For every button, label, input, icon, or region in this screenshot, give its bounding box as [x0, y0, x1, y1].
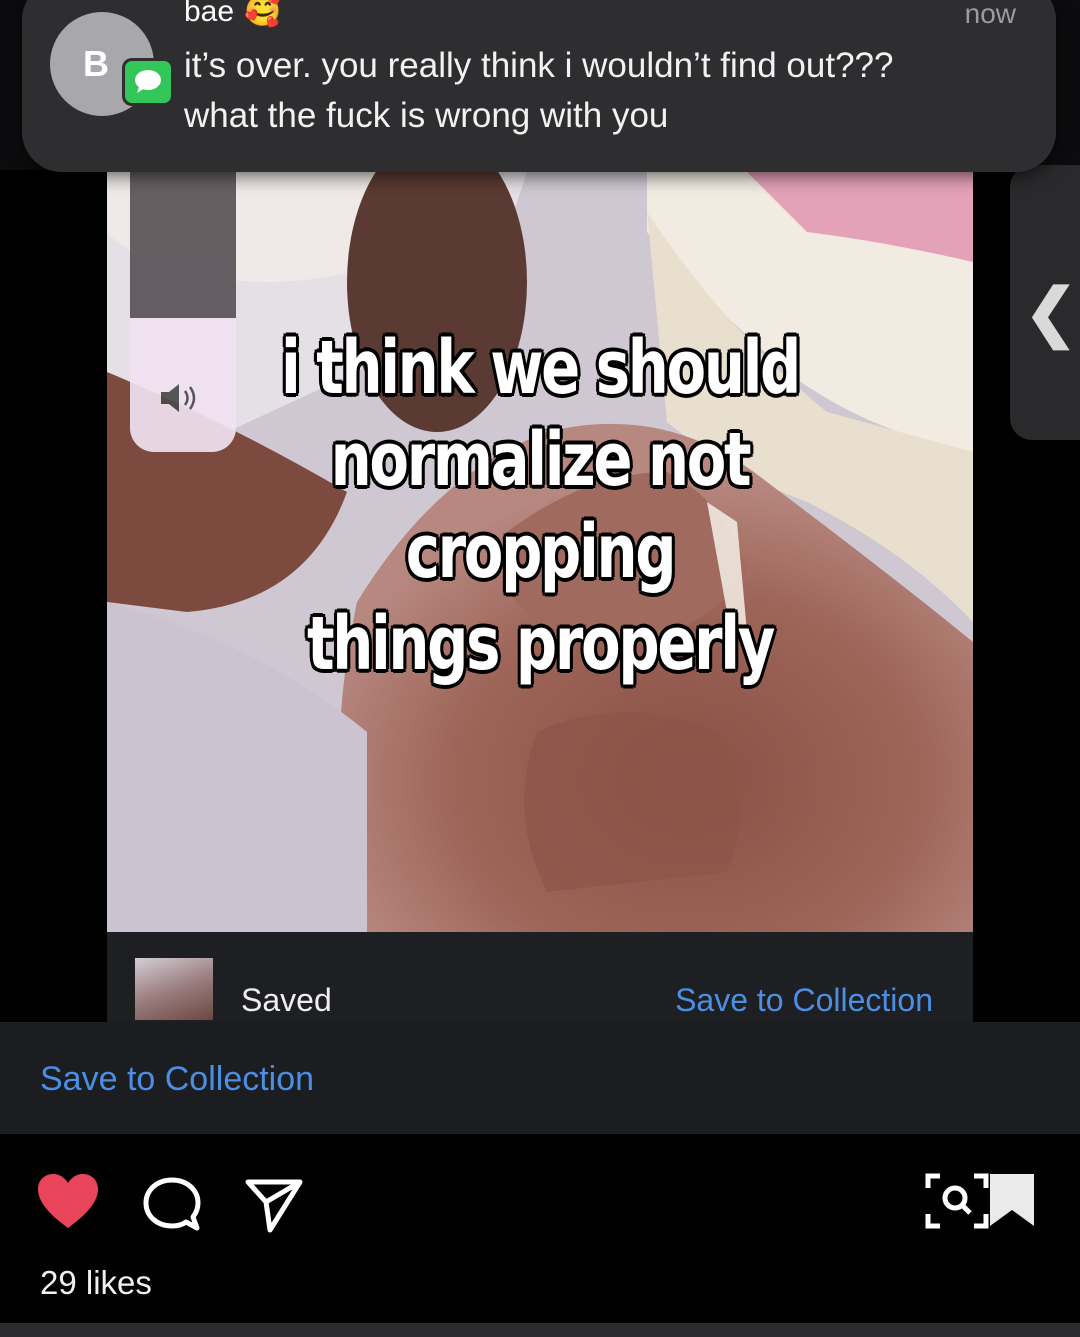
send-icon[interactable] — [244, 1176, 304, 1239]
bookmark-icon[interactable] — [988, 1172, 1036, 1233]
saved-label: Saved — [241, 982, 332, 1018]
meme-line-3: things properly — [306, 601, 775, 687]
notification-time: now — [964, 0, 1016, 29]
chevron-left-icon: ❮ — [1024, 276, 1078, 348]
meme-line-1: i think we should — [280, 325, 801, 411]
collection-bar: Save to Collection — [0, 1022, 1080, 1134]
save-to-collection-button[interactable]: Save to Collection — [40, 1060, 314, 1099]
edge-panel-handle[interactable]: ❮ — [1010, 165, 1080, 440]
likes-count[interactable]: 29 likes — [40, 1264, 152, 1302]
smiling-face-hearts-icon: 🥰 — [244, 0, 282, 28]
post-image[interactable]: i think we should normalize not cropping… — [107, 172, 973, 932]
volume-slider[interactable] — [130, 172, 236, 452]
save-to-collection-link[interactable]: Save to Collection — [675, 982, 933, 1019]
messages-app-icon — [122, 58, 174, 106]
post-actions: 29 likes — [0, 1134, 1080, 1337]
avatar-initial: B — [83, 43, 109, 84]
screen: i think we should normalize not cropping… — [0, 0, 1080, 1337]
speaker-icon — [130, 380, 236, 424]
sender-name: bae 🥰 — [184, 0, 281, 29]
heart-icon[interactable] — [36, 1172, 100, 1235]
message-notification[interactable]: B bae 🥰 now it’s over. you really think … — [22, 0, 1056, 172]
saved-toast: Saved Save to Collection — [107, 932, 973, 1022]
saved-thumbnail — [135, 958, 213, 1020]
message-line-1: it’s over. you really think i wouldn’t f… — [184, 46, 894, 85]
meme-line-2: normalize not cropping — [330, 417, 752, 595]
visual-search-icon[interactable] — [924, 1170, 990, 1237]
message-line-2: what the fuck is wrong with you — [184, 96, 669, 135]
bottom-divider — [0, 1323, 1080, 1337]
comment-icon[interactable] — [142, 1176, 202, 1239]
sender-label: bae — [184, 0, 235, 28]
meme-caption: i think we should normalize not cropping… — [202, 322, 877, 690]
